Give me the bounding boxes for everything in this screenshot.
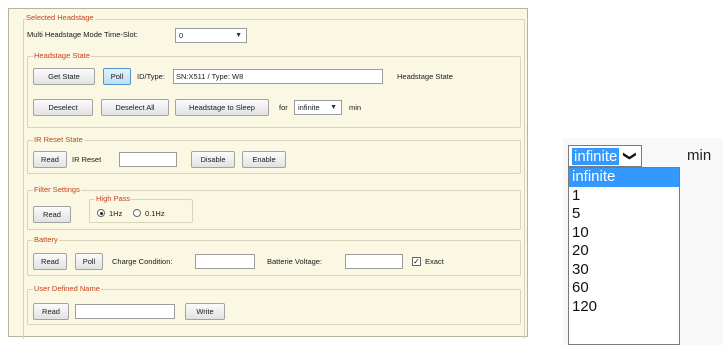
ir-reset-label: IR Reset: [72, 155, 102, 164]
zoom-sleep-duration-select[interactable]: infinite ❯: [568, 145, 642, 167]
charge-condition-field[interactable]: [195, 254, 255, 269]
sleep-duration-value: infinite: [298, 103, 320, 112]
write-button[interactable]: Write: [185, 303, 225, 320]
dropdown-option[interactable]: 60: [569, 279, 679, 298]
battery-read-button[interactable]: Read: [33, 253, 67, 270]
charge-condition-label: Charge Condition:: [112, 257, 173, 266]
user-defined-name-legend: User Defined Name: [33, 284, 101, 293]
dropdown-option[interactable]: 5: [569, 205, 679, 224]
radio-1hz[interactable]: [97, 209, 105, 217]
battery-legend: Battery: [33, 235, 59, 244]
radio-01hz-label: 0.1Hz: [145, 209, 165, 218]
user-name-field[interactable]: [75, 304, 175, 319]
exact-label: Exact: [425, 257, 444, 266]
selected-headstage-legend: Selected Headstage: [25, 13, 95, 22]
poll-button[interactable]: Poll: [103, 68, 131, 85]
id-type-label: ID/Type:: [137, 72, 165, 81]
headstage-state-group: [27, 56, 521, 128]
batterie-voltage-label: Batterie Voltage:: [267, 257, 323, 266]
headstage-state-legend: Headstage State: [33, 51, 91, 60]
filter-settings-legend: Filter Settings: [33, 185, 81, 194]
high-pass-legend: High Pass: [95, 194, 132, 203]
deselect-button[interactable]: Deselect: [33, 99, 93, 116]
disable-button[interactable]: Disable: [191, 151, 235, 168]
dropdown-option[interactable]: infinite: [569, 168, 679, 187]
dropdown-option[interactable]: 10: [569, 224, 679, 243]
mode-timeslot-label: Multi Headstage Mode Time-Slot:: [27, 30, 138, 39]
enable-button[interactable]: Enable: [242, 151, 286, 168]
filter-read-button[interactable]: Read: [33, 206, 71, 223]
chevron-down-icon: ▼: [235, 32, 242, 39]
ir-reset-legend: IR Reset State: [33, 135, 84, 144]
battery-poll-button[interactable]: Poll: [75, 253, 103, 270]
radio-01hz[interactable]: [133, 209, 141, 217]
ir-reset-field[interactable]: [119, 152, 177, 167]
zoom-selected-value: infinite: [572, 148, 620, 165]
headstage-state-status: Headstage State: [397, 72, 453, 81]
zoom-min-label: min: [687, 147, 712, 164]
exact-checkbox[interactable]: ✓: [412, 257, 421, 266]
radio-1hz-label: 1Hz: [109, 209, 123, 218]
chevron-down-icon[interactable]: ❯: [620, 145, 640, 167]
user-name-read-button[interactable]: Read: [33, 303, 69, 320]
ir-read-button[interactable]: Read: [33, 151, 67, 168]
headstage-to-sleep-button[interactable]: Headstage to Sleep: [175, 99, 269, 116]
dropdown-option[interactable]: 1: [569, 187, 679, 206]
deselect-all-button[interactable]: Deselect All: [101, 99, 169, 116]
timeslot-value: 0: [179, 31, 184, 40]
dropdown-option[interactable]: 20: [569, 242, 679, 261]
min-label: min: [349, 103, 362, 112]
zoomed-dropdown-view: infinite ❯ min infinite 1 5 10 20 30 60 …: [563, 138, 723, 345]
timeslot-select[interactable]: 0 ▼: [175, 28, 247, 43]
chevron-down-icon: ▼: [330, 104, 337, 111]
headstage-panel: Selected Headstage Multi Headstage Mode …: [8, 8, 528, 339]
dropdown-list: infinite 1 5 10 20 30 60 120: [568, 167, 680, 345]
id-type-field[interactable]: SN:X511 / Type: W8: [173, 69, 383, 84]
batterie-voltage-field[interactable]: [345, 254, 403, 269]
dropdown-option[interactable]: 30: [569, 261, 679, 280]
dropdown-option[interactable]: 120: [569, 298, 679, 317]
sleep-duration-select[interactable]: infinite ▼: [294, 100, 342, 115]
get-state-button[interactable]: Get State: [33, 68, 95, 85]
for-label: for: [279, 103, 288, 112]
